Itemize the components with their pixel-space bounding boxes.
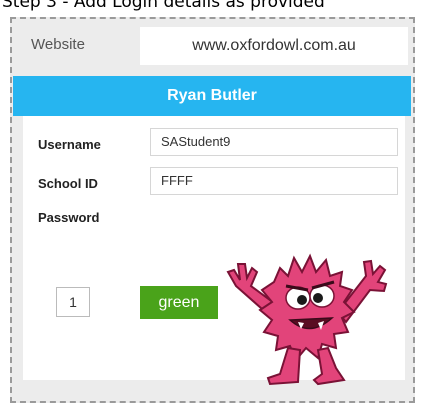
username-field: SAStudent9 bbox=[150, 128, 398, 156]
pink-monster-icon bbox=[226, 253, 388, 386]
step-heading: Step 3 - Add Login details as provided bbox=[2, 0, 325, 12]
password-label: Password bbox=[38, 210, 100, 225]
website-url: www.oxfordowl.com.au bbox=[140, 27, 408, 65]
school-id-label: School ID bbox=[38, 176, 98, 191]
username-label: Username bbox=[38, 137, 101, 152]
password-number: 1 bbox=[56, 287, 90, 317]
password-color-badge: green bbox=[140, 286, 218, 319]
website-label: Website bbox=[31, 36, 85, 53]
school-id-field: FFFF bbox=[150, 167, 398, 195]
student-name-bar: Ryan Butler bbox=[13, 76, 411, 116]
